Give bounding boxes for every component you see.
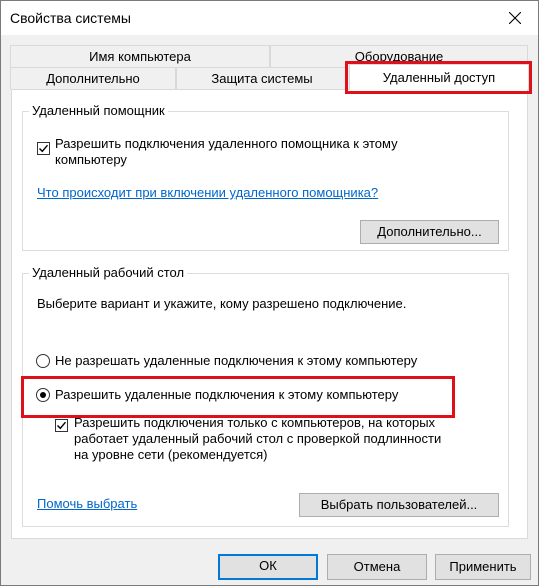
assistance-help-link[interactable]: Что происходит при включении удаленного … [37,185,378,200]
checkmark-icon [39,144,49,153]
allow-assistance-label: Разрешить подключения удаленного помощни… [55,136,398,167]
system-properties-window: Свойства системы Имя компьютера Оборудов… [0,0,539,586]
apply-button[interactable]: Применить [435,554,531,580]
tab-label: Дополнительно [46,71,140,86]
close-button[interactable] [492,1,538,35]
window-title: Свойства системы [10,10,131,26]
cancel-button[interactable]: Отмена [327,554,427,580]
select-users-button[interactable]: Выбрать пользователей... [299,493,499,517]
remote-desktop-description: Выберите вариант и укажите, кому разреше… [37,296,407,311]
tab-computer-name[interactable]: Имя компьютера [10,45,270,67]
remote-desktop-group: Удаленный рабочий стол Выберите вариант … [22,265,509,527]
tab-advanced[interactable]: Дополнительно [10,67,176,89]
tab-label: Удаленный доступ [382,70,496,85]
group-title: Удаленный рабочий стол [29,265,188,280]
tab-panel-remote: Удаленный помощник Разрешить подключения… [11,89,528,539]
tab-remote[interactable]: Удаленный доступ [349,64,529,90]
title-bar: Свойства системы [1,1,538,35]
help-me-choose-link[interactable]: Помочь выбрать [37,496,137,511]
tab-label: Оборудование [354,49,444,64]
remote-assistance-group: Удаленный помощник Разрешить подключения… [22,103,509,251]
nla-label: Разрешить подключения только с компьютер… [74,415,442,462]
tab-label: Имя компьютера [89,49,191,64]
nla-checkbox[interactable] [55,419,68,432]
group-title: Удаленный помощник [29,103,168,118]
radio-deny-remote[interactable] [36,354,50,368]
radio-deny-label: Не разрешать удаленные подключения к это… [55,353,418,368]
radio-allow-label: Разрешить удаленные подключения к этому … [55,387,399,402]
radio-allow-remote[interactable] [36,388,50,402]
allow-assistance-checkbox[interactable] [37,142,50,155]
tab-label: Защита системы [211,71,313,86]
ok-button[interactable]: ОК [218,554,318,580]
checkmark-icon [57,421,67,430]
assistance-advanced-button[interactable]: Дополнительно... [360,220,499,244]
tab-system-protection[interactable]: Защита системы [176,67,348,89]
close-icon [509,12,521,24]
